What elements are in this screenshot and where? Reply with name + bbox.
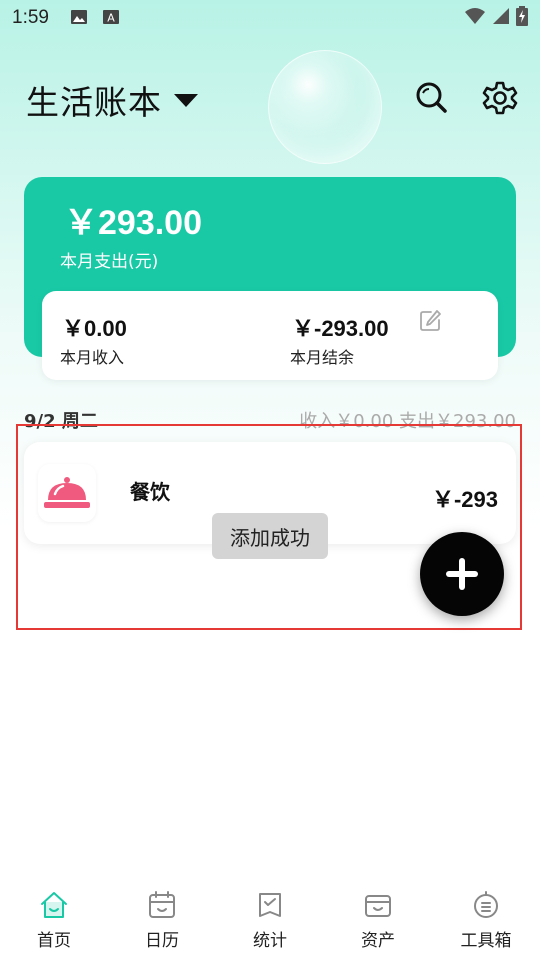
status-time: 1:59 [12, 7, 49, 28]
month-expense-amount: ￥293.00 [64, 204, 202, 242]
nav-item-home[interactable]: 首页 [0, 886, 108, 956]
calendar-icon [149, 891, 175, 918]
ledger-selector[interactable]: 生活账本 [26, 76, 198, 124]
search-icon [416, 82, 447, 113]
nav-label-calendar: 日历 [145, 931, 179, 951]
status-system [464, 6, 528, 30]
day-group-header: 9/2 周二 收入￥0.00 支出￥293.00 [24, 407, 516, 433]
ledger-title: 生活账本 [26, 83, 162, 122]
nav-item-statistics[interactable]: 统计 [216, 886, 324, 956]
bottom-navigation: 首页 日历 统计 资产 工具箱 [0, 876, 540, 960]
wallet-icon [365, 895, 391, 917]
nav-item-calendar[interactable]: 日历 [108, 886, 216, 956]
gear-icon [482, 81, 518, 115]
nav-item-toolbox[interactable]: 工具箱 [432, 886, 540, 956]
food-cloche-icon [44, 477, 90, 508]
category-icon-box [38, 464, 96, 522]
toolbox-icon [474, 891, 498, 918]
record-category: 餐饮 [130, 480, 170, 504]
nav-label-statistics: 统计 [253, 931, 287, 951]
caret-down-icon [174, 93, 198, 107]
settings-button[interactable] [480, 78, 520, 118]
cell-signal-icon [492, 7, 510, 29]
battery-icon [516, 6, 528, 30]
edit-icon [420, 310, 441, 331]
edit-balance-button[interactable] [418, 309, 442, 333]
month-income-amount: ￥0.00 [62, 316, 127, 341]
nav-label-home: 首页 [37, 931, 71, 951]
month-balance-label: 本月结余 [290, 348, 355, 367]
font-notification-icon: A [102, 8, 120, 30]
nav-label-toolbox: 工具箱 [460, 931, 512, 951]
record-amount: ￥-293 [431, 487, 498, 512]
day-date: 9/2 周二 [24, 411, 98, 432]
day-summary: 收入￥0.00 支出￥293.00 [299, 411, 516, 432]
statistics-icon [259, 893, 281, 917]
nav-item-assets[interactable]: 资产 [324, 886, 432, 956]
wifi-icon [464, 7, 486, 29]
status-bar: 1:59 A [0, 0, 540, 36]
search-button[interactable] [412, 78, 452, 118]
month-income-label: 本月收入 [60, 348, 125, 367]
nav-label-assets: 资产 [361, 931, 395, 951]
home-icon [41, 892, 67, 918]
image-notification-icon [70, 8, 88, 30]
month-expense-label: 本月支出(元) [60, 252, 159, 272]
add-record-button[interactable] [420, 532, 504, 616]
decorative-bubble [268, 50, 382, 164]
svg-text:A: A [107, 12, 115, 25]
income-balance-card: ￥0.00 本月收入 ￥-293.00 本月结余 [42, 291, 498, 380]
status-notifications: A [70, 8, 120, 30]
toast-message: 添加成功 [212, 513, 328, 559]
month-balance-amount: ￥-293.00 [292, 316, 389, 341]
